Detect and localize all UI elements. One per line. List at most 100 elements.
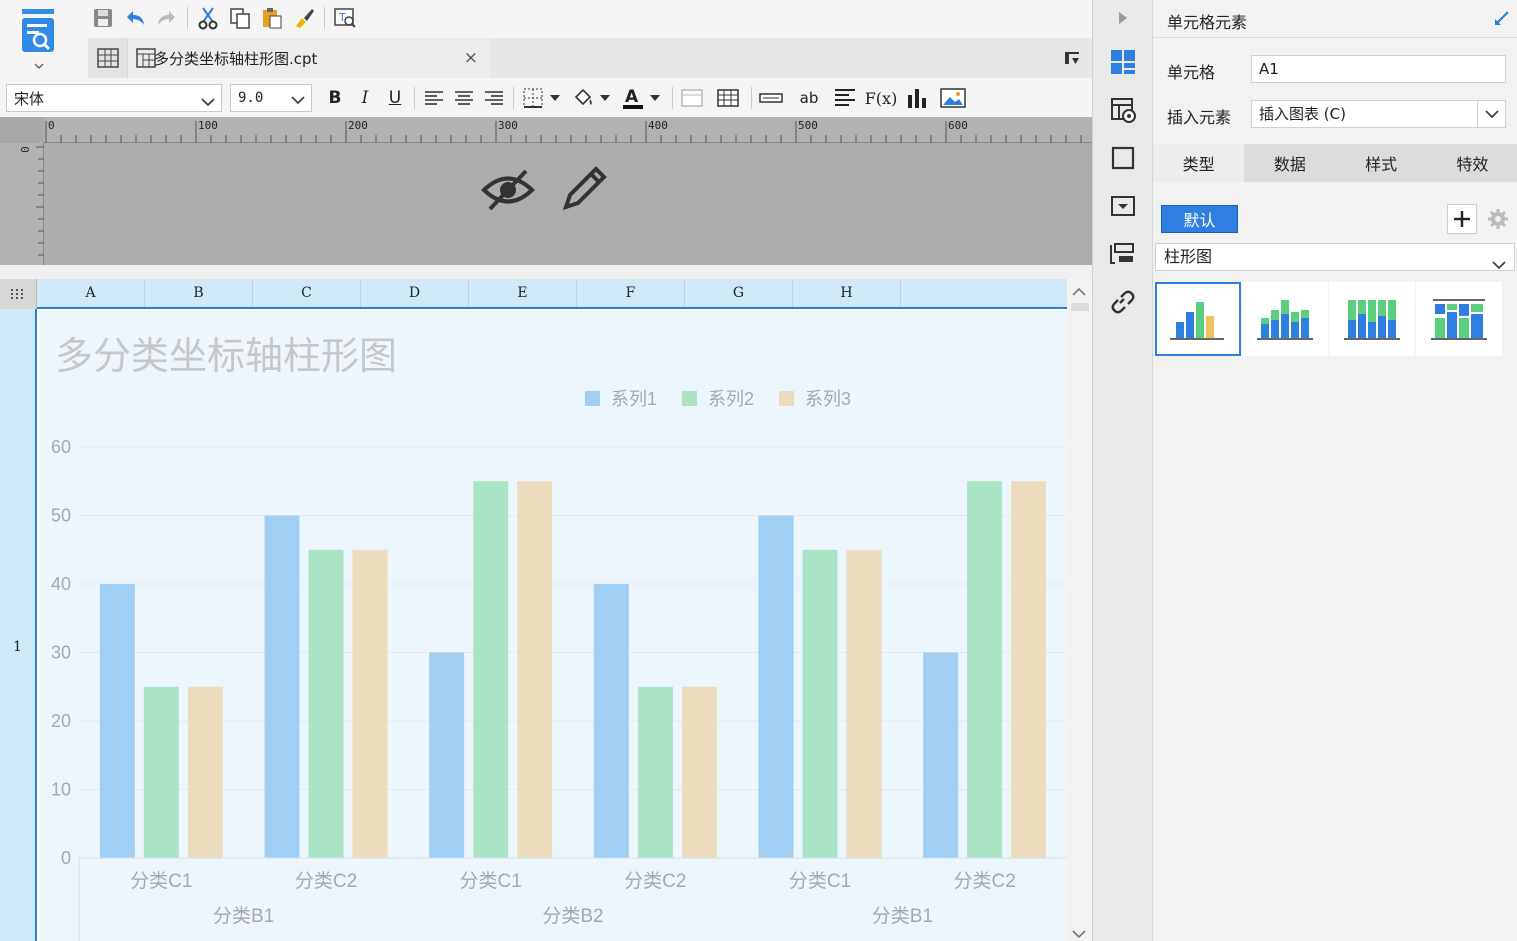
copy-icon[interactable]	[225, 4, 255, 32]
ruler-corner	[0, 117, 44, 143]
edit-header-icon[interactable]	[558, 163, 610, 219]
redo-icon[interactable]	[152, 4, 182, 32]
tab-data[interactable]: 数据	[1244, 144, 1335, 182]
svg-text:A: A	[625, 87, 639, 107]
tab-style[interactable]: 样式	[1336, 144, 1427, 182]
cpt-file-icon	[136, 48, 156, 72]
font-family-select[interactable]: 宋体	[6, 84, 222, 112]
x-tick-label: 分类C1	[460, 870, 522, 892]
close-tab-icon[interactable]: ×	[464, 48, 478, 68]
merge-cells-icon[interactable]	[677, 83, 707, 113]
pin-panel-icon[interactable]	[1492, 8, 1512, 32]
chart-title: 多分类坐标轴柱形图	[55, 336, 397, 378]
select-all-icon[interactable]	[0, 279, 37, 309]
vertical-ruler[interactable]: 0	[0, 143, 44, 265]
default-chart-button[interactable]: 默认	[1161, 205, 1238, 233]
chevron-down-icon	[291, 93, 305, 109]
column-header[interactable]: G	[685, 279, 793, 307]
document-tab[interactable]: 多分类坐标轴柱形图.cpt ×	[88, 38, 490, 78]
chart-type-select[interactable]: 柱形图	[1155, 243, 1515, 271]
chart-bar	[758, 515, 794, 858]
border-dropdown-icon[interactable]	[548, 95, 562, 101]
format-painter-icon[interactable]	[289, 4, 319, 32]
insert-chart-icon[interactable]	[902, 83, 932, 113]
chart-bar	[99, 584, 135, 858]
rich-text-icon[interactable]	[830, 83, 860, 113]
tab-type[interactable]: 类型	[1153, 144, 1245, 182]
panel-switcher-rail	[1092, 0, 1152, 941]
x-tick-label: 分类C2	[624, 870, 686, 892]
fill-color-icon[interactable]	[568, 83, 598, 113]
document-tab-title: 多分类坐标轴柱形图.cpt	[154, 49, 318, 68]
chevron-down-icon[interactable]	[1477, 101, 1505, 127]
split-cells-icon[interactable]	[713, 83, 743, 113]
align-center-icon[interactable]	[449, 83, 479, 113]
toolbar-divider	[751, 87, 752, 109]
float-element-icon[interactable]	[1105, 140, 1141, 176]
text-field-icon[interactable]	[756, 83, 786, 113]
column-header[interactable]: D	[361, 279, 469, 307]
align-left-icon[interactable]	[419, 83, 449, 113]
cell-input[interactable]: A1	[1251, 55, 1506, 83]
column-header[interactable]: B	[145, 279, 253, 307]
formula-button[interactable]: F(x)	[865, 83, 898, 113]
italic-button[interactable]: I	[350, 83, 380, 113]
save-icon[interactable]	[88, 4, 118, 32]
clustered-column-icon[interactable]	[1155, 282, 1241, 356]
stacked-column-icon[interactable]	[1242, 282, 1328, 356]
font-color-icon[interactable]: A	[618, 83, 648, 113]
fill-dropdown-icon[interactable]	[598, 95, 612, 101]
column-header[interactable]: F	[577, 279, 685, 307]
percent-stacked-column-icon[interactable]	[1329, 282, 1415, 356]
bold-button[interactable]: B	[320, 83, 350, 113]
font-size-select[interactable]: 9.0	[230, 84, 312, 112]
x-tick-label: 分类C2	[295, 870, 357, 892]
undo-icon[interactable]	[120, 4, 150, 32]
gear-icon[interactable]	[1483, 204, 1513, 234]
horizontal-ruler[interactable]: 0 100 200 300 400 500 600	[44, 117, 1092, 143]
panel-title: 单元格元素	[1167, 13, 1248, 32]
tab-effects[interactable]: 特效	[1427, 144, 1517, 182]
column-header[interactable]: A	[37, 279, 145, 307]
sheet-grid-icon[interactable]	[88, 38, 128, 78]
column-header[interactable]: E	[469, 279, 577, 307]
tab-list-icon[interactable]	[1062, 48, 1082, 72]
paste-icon[interactable]	[257, 4, 287, 32]
y-tick-label: 50	[51, 506, 71, 526]
underline-button[interactable]: U	[380, 83, 410, 113]
cut-icon[interactable]	[193, 4, 223, 32]
chart-cell-a1[interactable]: 多分类坐标轴柱形图 系列1 系列2 系列3 0 10 20 30 40 50 60 分类C1 分类…	[39, 311, 1067, 941]
column-header[interactable]: H	[793, 279, 901, 307]
hyperlink-icon[interactable]	[1105, 284, 1141, 320]
insert-element-select[interactable]: 插入图表 (C)	[1251, 100, 1506, 128]
insert-image-icon[interactable]	[938, 83, 968, 113]
align-right-icon[interactable]	[479, 83, 509, 113]
chart-property-tabs: 类型 数据 样式 特效	[1153, 144, 1517, 182]
x-axis: 分类C1 分类C2 分类C1 分类C2 分类C1 分类C2 分类B1 分类B2 分类B1	[78, 857, 1067, 941]
vertical-scrollbar[interactable]	[1067, 279, 1092, 941]
toolbar-divider	[414, 87, 415, 109]
stacked-bar-icon[interactable]	[1416, 282, 1502, 356]
cell-attribute-icon[interactable]	[1105, 92, 1141, 128]
text-insert-button[interactable]: ab	[794, 83, 824, 113]
x-group-label: 分类B1	[213, 905, 274, 927]
toolbar-divider	[324, 7, 325, 29]
y-tick-label: 30	[51, 643, 71, 663]
legend-label: 系列1	[611, 389, 657, 409]
border-icon[interactable]	[518, 83, 548, 113]
app-menu-icon[interactable]	[10, 6, 68, 72]
add-chart-icon[interactable]	[1447, 204, 1477, 234]
condition-attribute-icon[interactable]	[1105, 236, 1141, 272]
column-header[interactable]: C	[253, 279, 361, 307]
font-color-dropdown-icon[interactable]	[648, 95, 662, 101]
cell-element-icon[interactable]	[1105, 44, 1141, 80]
collapse-panel-icon[interactable]	[1105, 0, 1141, 36]
format-toolbar: 宋体 9.0 B I U A ab F(x)	[0, 80, 1092, 116]
ruler-tick-label: 100	[198, 119, 218, 132]
hide-header-icon[interactable]	[480, 165, 536, 219]
row-header[interactable]: 1	[0, 639, 35, 655]
preview-icon[interactable]: T	[330, 4, 360, 32]
chart-bar	[1011, 481, 1047, 858]
scroll-down-icon	[1072, 930, 1086, 939]
widget-setting-icon[interactable]	[1105, 188, 1141, 224]
